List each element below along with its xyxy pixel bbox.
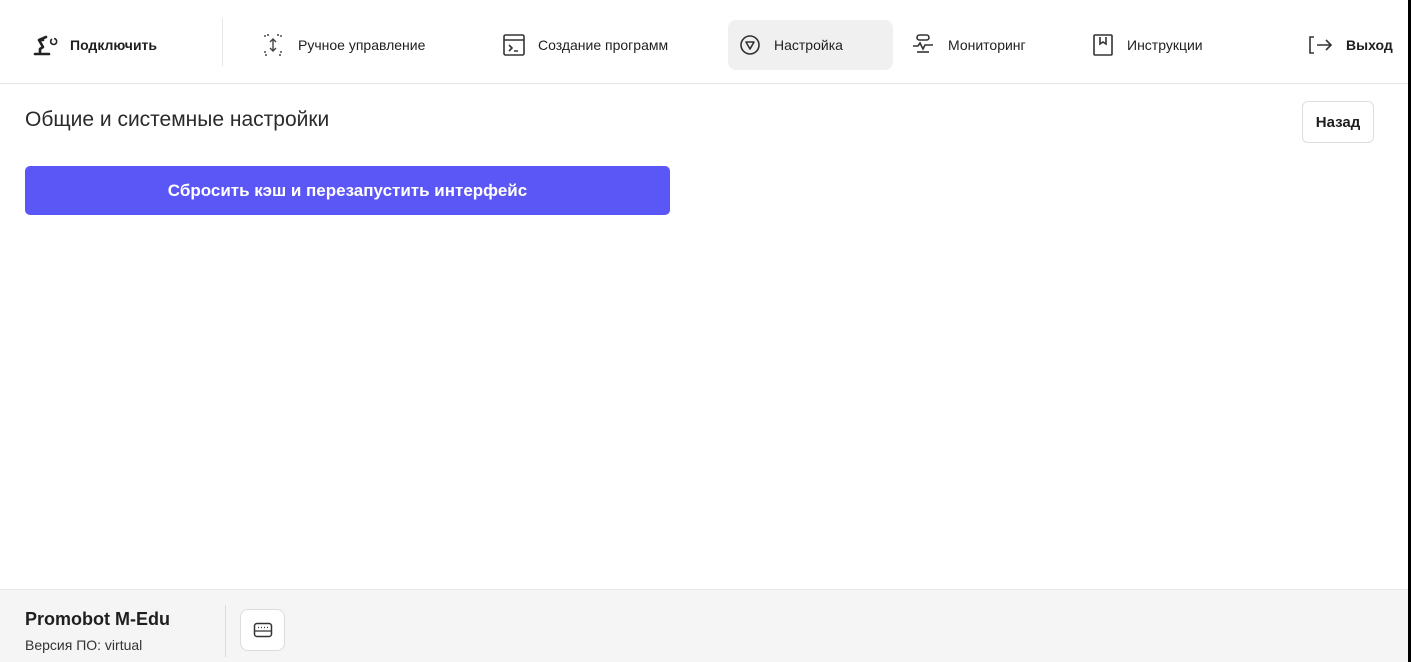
nav-manual-control[interactable]: Ручное управление <box>250 20 435 70</box>
nav-instructions[interactable]: Инструкции <box>1081 20 1213 70</box>
top-navigation: Подключить Ручное управление Создание пр… <box>0 0 1411 84</box>
status-footer: Promobot M-Edu Версия ПО: virtual <box>0 589 1411 662</box>
nav-connect-label: Подключить <box>70 37 158 53</box>
keyboard-button[interactable] <box>240 609 285 651</box>
move-control-icon <box>264 34 282 56</box>
page-title: Общие и системные настройки <box>25 108 330 131</box>
nav-programs-label: Создание программ <box>538 37 669 53</box>
robot-arm-icon <box>33 35 58 56</box>
device-name: Promobot M-Edu <box>25 609 170 629</box>
reset-cache-button[interactable]: Сбросить кэш и перезапустить интерфейс <box>25 166 670 215</box>
keyboard-icon <box>253 622 272 638</box>
nav-logout[interactable]: Выход <box>1298 20 1393 70</box>
nav-manual-label: Ручное управление <box>298 37 426 53</box>
logout-icon <box>1309 36 1333 54</box>
software-version: Версия ПО: virtual <box>25 637 143 653</box>
nav-settings[interactable]: Настройка <box>728 20 893 70</box>
back-button[interactable]: Назад <box>1302 101 1374 143</box>
settings-icon <box>740 35 760 55</box>
nav-logout-label: Выход <box>1346 37 1393 53</box>
nav-divider <box>222 18 223 66</box>
monitoring-icon <box>913 34 933 53</box>
nav-monitoring[interactable]: Мониторинг <box>900 20 1036 70</box>
footer-divider <box>225 605 226 657</box>
nav-create-programs[interactable]: Создание программ <box>492 20 678 70</box>
nav-instructions-label: Инструкции <box>1127 37 1203 53</box>
terminal-icon <box>503 34 525 56</box>
bookmark-icon <box>1093 34 1113 56</box>
nav-monitoring-label: Мониторинг <box>948 37 1026 53</box>
nav-connect[interactable]: Подключить <box>22 20 167 70</box>
nav-settings-label: Настройка <box>774 37 843 53</box>
